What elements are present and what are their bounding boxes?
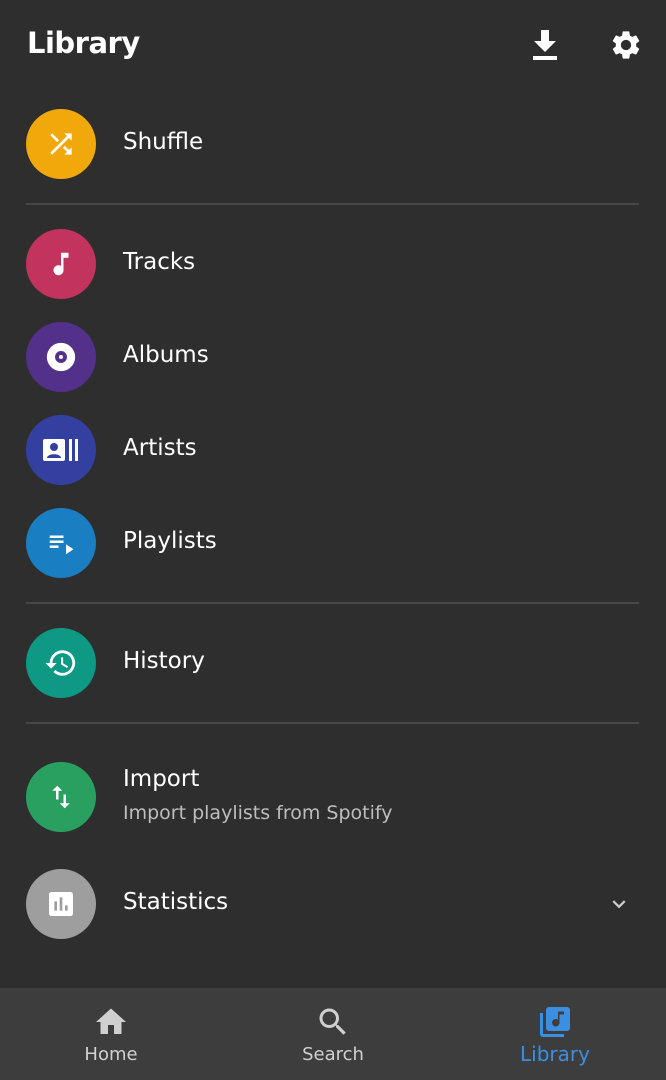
- library-icon-wrap: [537, 1004, 573, 1040]
- shuffle-icon-circle: [26, 109, 96, 179]
- shuffle-icon: [50, 133, 72, 155]
- albums-icon-circle: [26, 322, 96, 392]
- divider: [26, 722, 639, 724]
- history-item[interactable]: History: [0, 623, 666, 703]
- download-icon: [533, 30, 557, 60]
- bottom-navigation: Home Search Library: [0, 988, 666, 1080]
- statistics-icon: [49, 892, 73, 916]
- history-label: History: [123, 648, 205, 674]
- tracks-item[interactable]: Tracks: [0, 224, 666, 304]
- playlists-icon-circle: [26, 508, 96, 578]
- playlists-label: Playlists: [123, 528, 217, 554]
- nav-search[interactable]: Search: [222, 988, 444, 1080]
- import-icon: [52, 785, 70, 809]
- albums-label: Albums: [123, 342, 209, 368]
- search-icon-wrap: [315, 1004, 351, 1040]
- tracks-icon-circle: [26, 229, 96, 299]
- page-title: Library: [27, 26, 140, 60]
- shuffle-label: Shuffle: [123, 129, 204, 155]
- home-icon-wrap: [93, 1004, 129, 1040]
- playlists-item[interactable]: Playlists: [0, 503, 666, 583]
- expand-button[interactable]: [604, 889, 634, 919]
- artists-item[interactable]: Artists: [0, 410, 666, 490]
- album-icon: [46, 342, 76, 372]
- library-music-icon: [540, 1007, 570, 1037]
- statistics-item[interactable]: Statistics: [0, 864, 666, 944]
- home-icon: [96, 1008, 126, 1034]
- albums-item[interactable]: Albums: [0, 317, 666, 397]
- import-icon-circle: [26, 762, 96, 832]
- divider: [26, 602, 639, 604]
- music-note-icon: [53, 252, 69, 276]
- playlist-icon: [49, 535, 74, 555]
- statistics-icon-circle: [26, 869, 96, 939]
- tracks-label: Tracks: [123, 249, 196, 275]
- nav-library-label: Library: [520, 1042, 590, 1066]
- import-item[interactable]: Import Import playlists from Spotify: [0, 757, 666, 837]
- divider: [26, 203, 639, 205]
- gear-icon: [612, 31, 640, 59]
- artist-icon: [43, 439, 78, 461]
- statistics-label: Statistics: [123, 889, 229, 915]
- nav-home-label: Home: [84, 1044, 138, 1065]
- import-label: Import: [123, 766, 200, 792]
- history-icon: [45, 650, 76, 676]
- nav-library[interactable]: Library: [444, 988, 666, 1080]
- chevron-down-icon: [612, 900, 626, 909]
- artists-icon-circle: [26, 415, 96, 485]
- artists-label: Artists: [123, 435, 197, 461]
- header: Library: [0, 0, 666, 92]
- nav-search-label: Search: [302, 1044, 364, 1065]
- settings-button[interactable]: [605, 24, 647, 66]
- history-icon-circle: [26, 628, 96, 698]
- import-sublabel: Import playlists from Spotify: [123, 802, 393, 824]
- nav-home[interactable]: Home: [0, 988, 222, 1080]
- search-icon: [319, 1008, 346, 1035]
- download-button[interactable]: [524, 24, 566, 66]
- shuffle-item[interactable]: Shuffle: [0, 104, 666, 184]
